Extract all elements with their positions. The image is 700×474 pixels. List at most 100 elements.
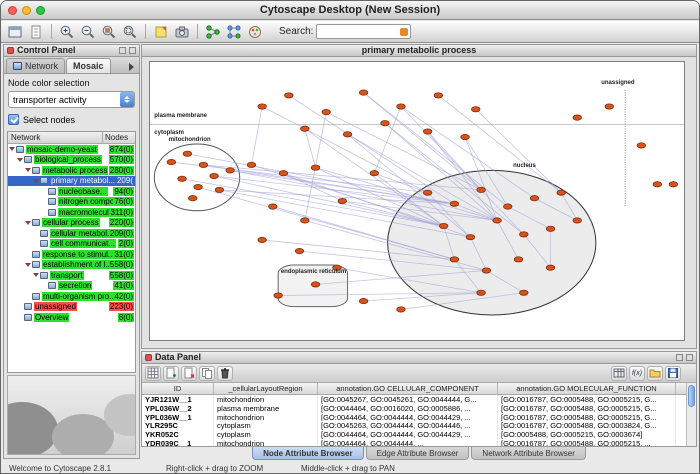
dropdown-arrows-icon[interactable] xyxy=(120,92,134,107)
zoom-in-icon[interactable] xyxy=(58,23,76,40)
graph-edge[interactable] xyxy=(364,93,481,190)
table-row[interactable]: YLR295Ccytoplasm[GO:0045263, GO:0044444,… xyxy=(142,421,696,430)
graph-node[interactable] xyxy=(295,248,304,253)
graph-node[interactable] xyxy=(199,162,208,167)
delete-attribute-icon[interactable] xyxy=(181,366,197,381)
table-cell[interactable]: YPL036W__1 xyxy=(142,413,214,422)
table-cell[interactable]: YDR039C__1 xyxy=(142,439,214,446)
graph-node[interactable] xyxy=(520,290,529,295)
graph-node[interactable] xyxy=(482,268,491,273)
float-panel-icon[interactable] xyxy=(676,354,683,361)
graph-node[interactable] xyxy=(653,182,662,187)
graph-node[interactable] xyxy=(343,132,352,137)
graph-node[interactable] xyxy=(215,187,224,192)
tab-edge-attribute-browser[interactable]: Edge Attribute Browser xyxy=(366,447,470,460)
table-cell[interactable]: YJR121W__1 xyxy=(142,395,214,404)
graph-edge[interactable] xyxy=(305,129,316,168)
nodes-column-header[interactable]: Nodes xyxy=(103,132,135,143)
table-cell[interactable]: cytoplasm xyxy=(214,430,318,439)
close-window-icon[interactable] xyxy=(8,6,17,15)
table-row[interactable]: YPL036W__1mitochondrion[GO:0044464, GO:0… xyxy=(142,413,696,422)
graph-node[interactable] xyxy=(247,162,256,167)
graph-node[interactable] xyxy=(439,223,448,228)
tree-row[interactable]: primary metabol...209( xyxy=(8,176,135,187)
table-cell[interactable]: [GO:0044464, GO:0044444, GO:0044429, ... xyxy=(318,430,498,439)
graph-node[interactable] xyxy=(279,171,288,176)
graph-node[interactable] xyxy=(381,121,390,126)
graph-node[interactable] xyxy=(183,151,192,156)
vizmap-icon[interactable] xyxy=(246,23,264,40)
table-cell[interactable]: [GO:0016787, GO:0005488, GO:0005215, ... xyxy=(498,439,676,446)
copy-attributes-icon[interactable] xyxy=(199,366,215,381)
graph-node[interactable] xyxy=(194,184,203,189)
graph-node[interactable] xyxy=(477,290,486,295)
graph-node[interactable] xyxy=(258,104,267,109)
table-cell[interactable]: [GO:0045263, GO:0044444, GO:0044446, ... xyxy=(318,421,498,430)
table-cell[interactable]: YPL036W__2 xyxy=(142,404,214,413)
graph-node[interactable] xyxy=(423,190,432,195)
search-options-icon[interactable] xyxy=(400,28,408,36)
graph-node[interactable] xyxy=(605,104,614,109)
color-attribute-dropdown[interactable]: transporter activity xyxy=(8,91,135,108)
graph-node[interactable] xyxy=(370,171,379,176)
graph-node[interactable] xyxy=(258,237,267,242)
graph-node[interactable] xyxy=(546,265,555,270)
graph-edge[interactable] xyxy=(251,106,262,164)
table-cell[interactable]: [GO:0016787, GO:0005488, GO:0005215, G..… xyxy=(498,404,676,413)
create-attribute-icon[interactable] xyxy=(163,366,179,381)
tree-row[interactable]: metabolic process280(0) xyxy=(8,165,135,176)
tree-row[interactable]: response to stimul...31(0) xyxy=(8,249,135,260)
table-cell[interactable]: [GO:0044464, GO:0016020, GO:0005886, ... xyxy=(318,404,498,413)
graph-node[interactable] xyxy=(322,109,331,114)
tree-expander-icon[interactable] xyxy=(24,168,32,172)
graph-node[interactable] xyxy=(477,187,486,192)
network-view-titlebar[interactable]: primary metabolic process xyxy=(142,45,696,57)
table-cell[interactable]: YLR295C xyxy=(142,421,214,430)
tree-row[interactable]: cellular process220(0) xyxy=(8,218,135,229)
column-header[interactable]: annotation.GO CELLULAR_COMPONENT xyxy=(318,383,498,394)
graph-node[interactable] xyxy=(311,282,320,287)
table-cell[interactable]: [GO:0016787, GO:0005488, GO:0005215, G..… xyxy=(498,395,676,404)
tree-expander-icon[interactable] xyxy=(32,179,40,183)
graph-node[interactable] xyxy=(188,196,197,201)
minimize-window-icon[interactable] xyxy=(22,6,31,15)
graph-node[interactable] xyxy=(210,173,219,178)
table-cell[interactable]: [GO:0016787, GO:0005488, GO:0005215, G..… xyxy=(498,413,676,422)
tree-row[interactable]: Overview8(0) xyxy=(8,312,135,323)
open-folder-icon[interactable] xyxy=(647,366,663,381)
search-box[interactable] xyxy=(316,24,411,39)
graph-node[interactable] xyxy=(269,204,278,209)
table-cell[interactable]: mitochondrion xyxy=(214,413,318,422)
graph-node[interactable] xyxy=(637,143,646,148)
table-cell[interactable]: cytoplasm xyxy=(214,421,318,430)
tab-node-attribute-browser[interactable]: Node Attribute Browser xyxy=(252,447,364,460)
delete-row-icon[interactable] xyxy=(217,366,233,381)
select-nodes-checkbox[interactable] xyxy=(8,114,19,125)
tree-row[interactable]: mosaic-demo-yeast874(0) xyxy=(8,144,135,155)
network-column-header[interactable]: Network xyxy=(8,132,103,143)
table-cell[interactable]: [GO:0044464, GO:0044444, ... xyxy=(318,439,498,446)
column-header[interactable]: annotation.GO MOLECULAR_FUNCTION xyxy=(498,383,676,394)
tree-row[interactable]: multi-organism pro...42(0) xyxy=(8,291,135,302)
graph-edge[interactable] xyxy=(262,106,428,192)
graph-node[interactable] xyxy=(514,257,523,262)
table-row[interactable]: YKR052Ccytoplasm[GO:0044464, GO:0044444,… xyxy=(142,430,696,439)
network-canvas[interactable]: plasma membranecytoplasmmitochondrionnuc… xyxy=(149,61,685,341)
save-icon[interactable] xyxy=(665,366,681,381)
window-icon[interactable] xyxy=(6,23,24,40)
graph-node[interactable] xyxy=(557,190,566,195)
create-network-icon[interactable] xyxy=(204,23,222,40)
table-row[interactable]: YPL036W__2plasma membrane[GO:0044464, GO… xyxy=(142,404,696,413)
table-row[interactable]: YJR121W__1mitochondrion[GO:0045267, GO:0… xyxy=(142,395,696,404)
tree-expander-icon[interactable] xyxy=(16,158,24,162)
close-panel-icon[interactable] xyxy=(129,47,136,54)
tree-expander-icon[interactable] xyxy=(24,221,32,225)
search-input[interactable] xyxy=(319,26,397,38)
table-cell[interactable]: mitochondrion xyxy=(214,395,318,404)
camera-icon[interactable] xyxy=(173,23,191,40)
float-panel-icon[interactable] xyxy=(119,47,126,54)
column-header[interactable]: _cellularLayoutRegion xyxy=(214,383,318,394)
document-icon[interactable] xyxy=(27,23,45,40)
graph-node[interactable] xyxy=(471,107,480,112)
graph-node[interactable] xyxy=(167,159,176,164)
